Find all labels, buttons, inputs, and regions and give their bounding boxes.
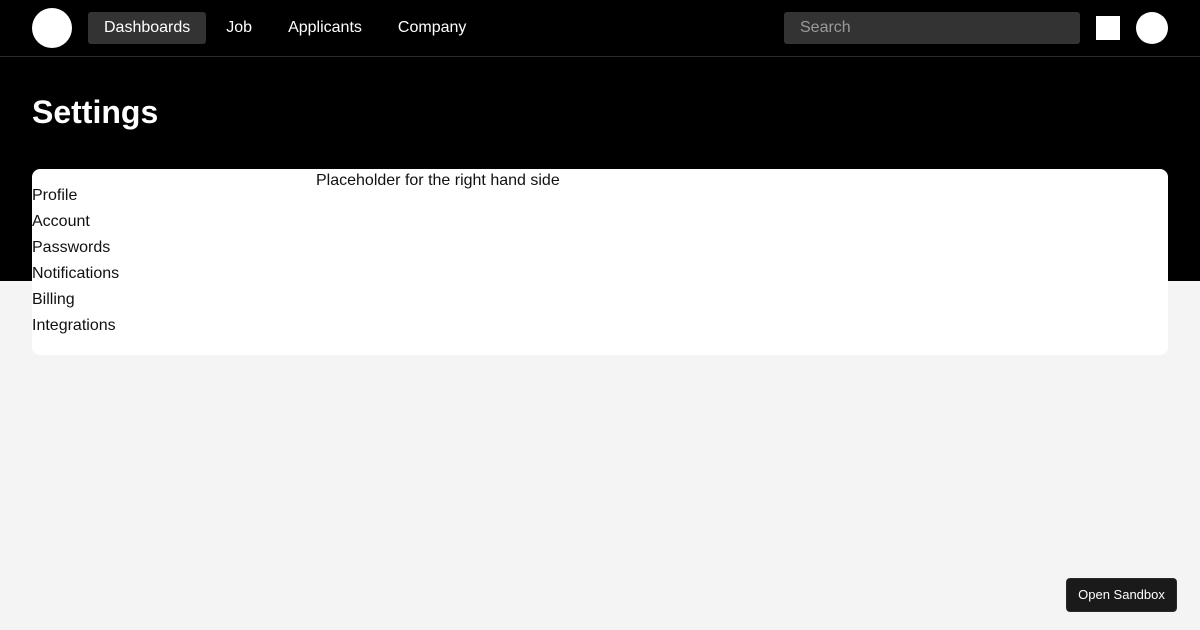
settings-nav-integrations[interactable]: Integrations — [32, 313, 119, 339]
settings-nav-billing[interactable]: Billing — [32, 287, 119, 313]
settings-nav-notifications[interactable]: Notifications — [32, 261, 119, 287]
settings-nav: Profile Account Passwords Notifications … — [32, 183, 119, 339]
logo-circle[interactable] — [32, 8, 72, 48]
settings-nav-profile[interactable]: Profile — [32, 183, 119, 209]
search-input[interactable] — [784, 12, 1080, 44]
nav-item-job[interactable]: Job — [210, 12, 268, 44]
settings-nav-passwords[interactable]: Passwords — [32, 235, 119, 261]
settings-nav-account[interactable]: Account — [32, 209, 119, 235]
nav-item-company[interactable]: Company — [382, 12, 482, 44]
avatar[interactable] — [1136, 12, 1168, 44]
nav-item-dashboards[interactable]: Dashboards — [88, 12, 207, 44]
nav-item-applicants[interactable]: Applicants — [272, 12, 378, 44]
notification-square-icon[interactable] — [1096, 16, 1120, 40]
settings-card: Profile Account Passwords Notifications … — [32, 169, 1168, 355]
content-placeholder: Placeholder for the right hand side — [316, 172, 560, 189]
open-sandbox-button[interactable]: Open Sandbox — [1066, 578, 1177, 612]
page-title: Settings — [32, 94, 159, 130]
main-nav: Dashboards Job Applicants Company — [88, 12, 482, 44]
top-navigation-bar: Dashboards Job Applicants Company — [0, 0, 1200, 57]
